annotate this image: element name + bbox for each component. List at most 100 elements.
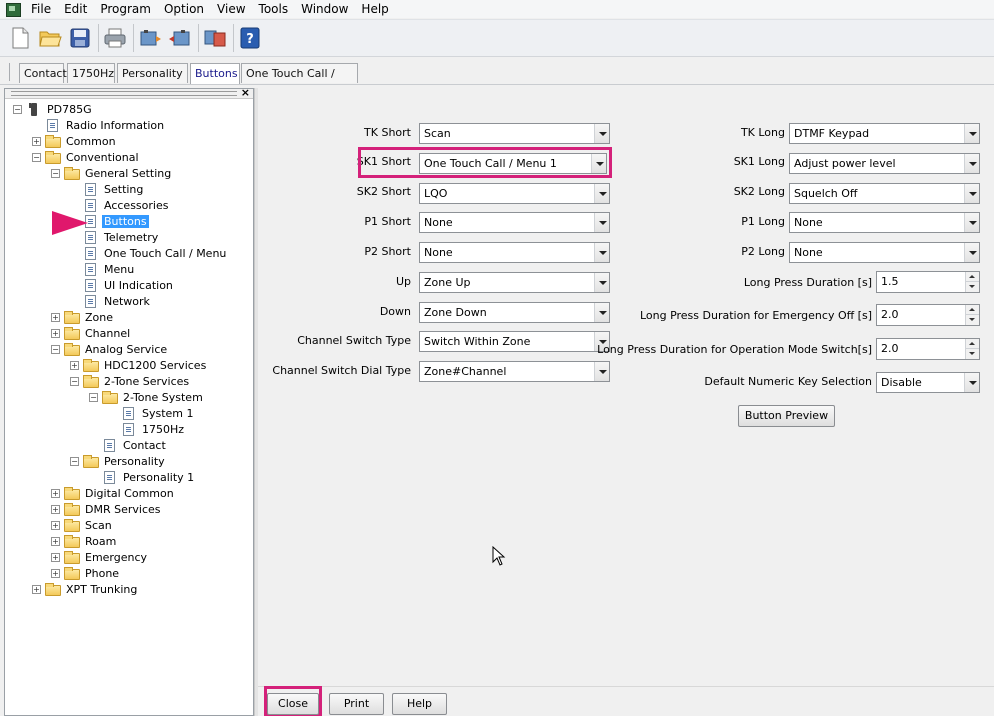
spin-down-icon[interactable] [966,315,979,325]
tree-item[interactable]: Network [70,293,152,309]
menu-tools[interactable]: Tools [255,0,298,18]
spin-up-icon[interactable] [966,339,979,349]
expand-icon[interactable]: + [51,552,60,562]
tree-item[interactable]: + Channel [51,325,132,341]
collapse-icon[interactable]: − [89,392,98,402]
tree-item[interactable]: System 1 [108,405,196,421]
tree-item[interactable]: One Touch Call / Menu [70,245,228,261]
expand-icon[interactable]: + [51,312,60,322]
spin-down-icon[interactable] [966,282,979,292]
collapse-icon[interactable]: − [32,152,41,162]
tree-item[interactable]: − PD785G [13,101,94,117]
tree-item[interactable]: UI Indication [70,277,175,293]
spin-down-icon[interactable] [966,349,979,359]
read-radio-icon[interactable] [136,24,164,52]
tree-item[interactable]: + DMR Services [51,501,163,517]
p2-short-select[interactable]: None [419,242,610,263]
tab-one-touch-call-menu[interactable]: One Touch Call / Menu [241,63,358,99]
p1-long-select[interactable]: None [789,212,980,233]
up-select[interactable]: Zone Up [419,272,610,293]
menu-view[interactable]: View [213,0,254,18]
save-icon[interactable] [66,24,94,52]
tree-item[interactable]: − Personality [70,453,167,469]
dropdown-arrow-icon[interactable] [594,303,609,322]
menu-edit[interactable]: Edit [60,0,96,18]
dropdown-arrow-icon[interactable] [591,154,606,173]
tab-personality-1[interactable]: Personality 1 [117,63,188,99]
dropdown-arrow-icon[interactable] [964,243,979,262]
menu-program[interactable]: Program [96,0,160,18]
open-folder-icon[interactable] [36,24,64,52]
expand-icon[interactable]: + [51,536,60,546]
dropdown-arrow-icon[interactable] [594,124,609,143]
dropdown-arrow-icon[interactable] [964,213,979,232]
tree-item[interactable]: − 2-Tone Services [70,373,191,389]
dropdown-arrow-icon[interactable] [594,243,609,262]
default-numeric-key-select[interactable]: Disable [876,372,980,393]
print-icon[interactable] [101,24,129,52]
dropdown-arrow-icon[interactable] [594,362,609,381]
tree-item[interactable]: 1750Hz [108,421,186,437]
dropdown-arrow-icon[interactable] [594,213,609,232]
sk2-short-select[interactable]: LQO [419,183,610,204]
p1-short-select[interactable]: None [419,212,610,233]
tk-long-select[interactable]: DTMF Keypad [789,123,980,144]
menu-window[interactable]: Window [297,0,357,18]
expand-icon[interactable]: + [70,360,79,370]
tree-item[interactable]: + XPT Trunking [32,581,139,597]
collapse-icon[interactable]: − [51,344,60,354]
tree-item[interactable]: Setting [70,181,145,197]
expand-icon[interactable]: + [51,488,60,498]
menu-option[interactable]: Option [160,0,213,18]
sk1-long-select[interactable]: Adjust power level [789,153,980,174]
dropdown-arrow-icon[interactable] [964,373,979,392]
operation-mode-switch-duration-spinner[interactable]: 2.0 [876,338,980,360]
channel-switch-type-select[interactable]: Switch Within Zone [419,331,610,352]
menu-file[interactable]: File [27,0,60,18]
menu-help[interactable]: Help [357,0,397,18]
write-radio-icon[interactable] [166,24,194,52]
tab-contact[interactable]: Contact [19,63,67,83]
tree-item[interactable]: + HDC1200 Services [70,357,208,373]
tree-item[interactable]: + Roam [51,533,118,549]
tree-item[interactable]: + Common [32,133,118,149]
expand-icon[interactable]: + [32,584,41,594]
long-press-duration-spinner[interactable]: 1.5 [876,271,980,293]
new-file-icon[interactable] [6,24,34,52]
dropdown-arrow-icon[interactable] [964,124,979,143]
spin-up-icon[interactable] [966,305,979,315]
expand-icon[interactable]: + [51,504,60,514]
dropdown-arrow-icon[interactable] [594,273,609,292]
clone-icon[interactable] [201,24,229,52]
tab-buttons[interactable]: Buttons [190,63,240,84]
tree-item[interactable]: − 2-Tone System [89,389,205,405]
emergency-off-duration-spinner[interactable]: 2.0 [876,304,980,326]
tree-item[interactable]: − General Setting [51,165,173,181]
button-preview-button[interactable]: Button Preview [738,405,835,427]
collapse-icon[interactable]: − [70,456,79,466]
collapse-icon[interactable]: − [13,104,22,114]
tree-item[interactable]: − Conventional [32,149,141,165]
collapse-icon[interactable]: − [51,168,60,178]
expand-icon[interactable]: + [51,520,60,530]
tree-item[interactable]: − Analog Service [51,341,169,357]
tree-item[interactable]: + Zone [51,309,115,325]
down-select[interactable]: Zone Down [419,302,610,323]
dropdown-arrow-icon[interactable] [594,184,609,203]
help-button[interactable]: Help [392,693,447,715]
tree-item[interactable]: + Phone [51,565,121,581]
tree-item[interactable]: Menu [70,261,136,277]
tree-item[interactable]: Personality 1 [89,469,196,485]
tree-item[interactable]: Contact [89,437,168,453]
close-button[interactable]: Close [267,693,319,715]
sk2-long-select[interactable]: Squelch Off [789,183,980,204]
pane-grip[interactable] [11,91,237,96]
expand-icon[interactable]: + [51,568,60,578]
expand-icon[interactable]: + [32,136,41,146]
tree-item[interactable]: Radio Information [32,117,166,133]
help-icon[interactable]: ? [236,24,264,52]
tree-item[interactable]: + Scan [51,517,114,533]
close-pane-icon[interactable]: × [241,86,250,99]
channel-switch-dial-type-select[interactable]: Zone#Channel [419,361,610,382]
tab-1750hz[interactable]: 1750Hz [67,63,115,83]
